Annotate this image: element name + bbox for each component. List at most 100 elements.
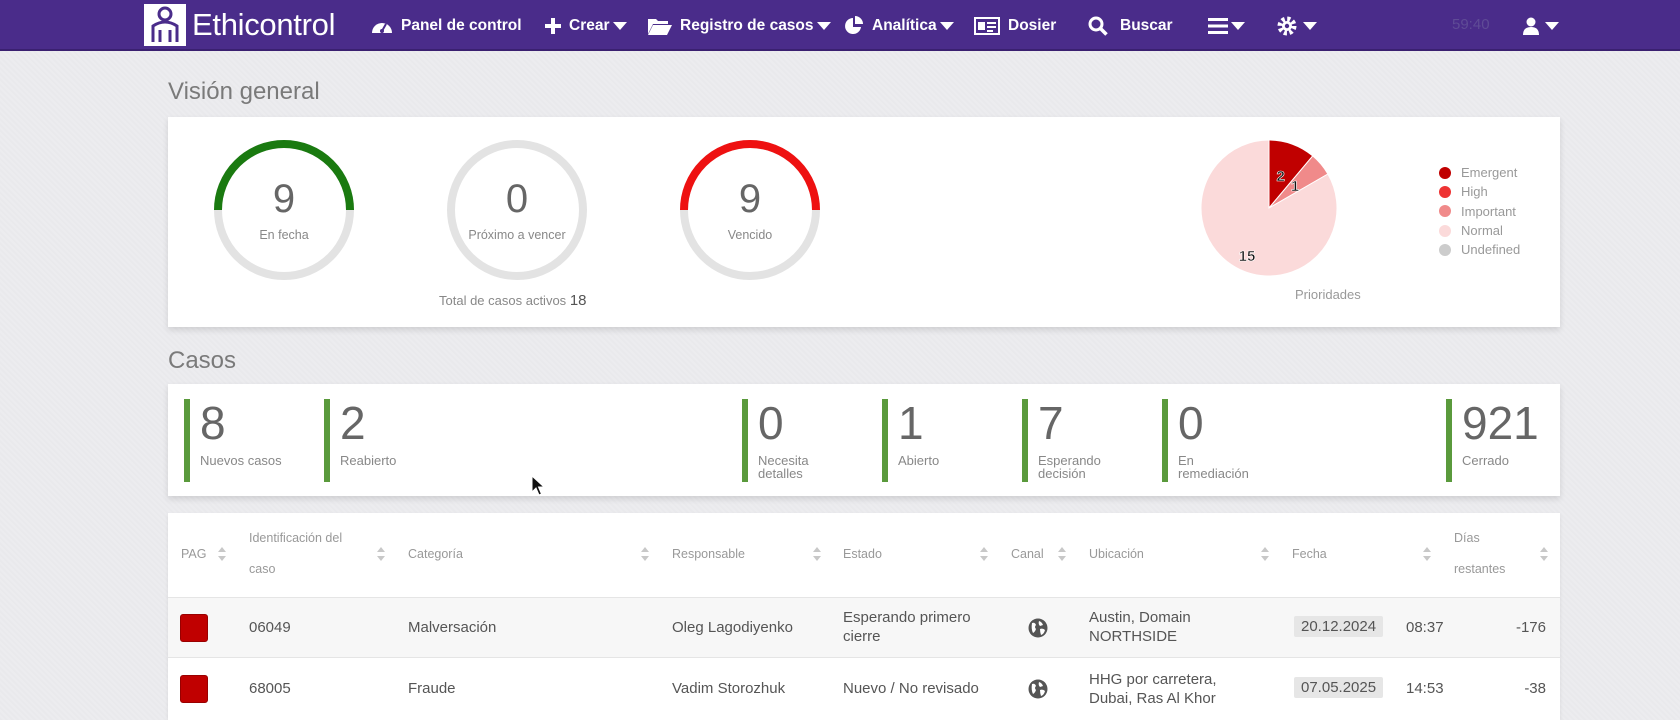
cell-date: 07.05.2025 bbox=[1294, 677, 1384, 698]
pie-chart-icon bbox=[845, 15, 863, 34]
gear-icon bbox=[1277, 16, 1297, 35]
stat-label: Nuevos casos bbox=[200, 453, 282, 468]
sort-icon[interactable] bbox=[377, 547, 385, 561]
stat-awaiting-decision[interactable]: 7 Esperando decisión bbox=[1022, 399, 1108, 482]
nav-dashboard-label: Panel de control bbox=[401, 16, 522, 34]
legend-dot bbox=[1439, 205, 1451, 218]
legend-item-emergent[interactable]: Emergent bbox=[1439, 163, 1520, 182]
sort-icon[interactable] bbox=[1058, 547, 1066, 561]
nav-search-label: Buscar bbox=[1120, 16, 1173, 34]
dashboard-gauge-icon bbox=[372, 22, 392, 33]
nav-dashboard[interactable]: Panel de control bbox=[371, 0, 522, 51]
nav-case-registry[interactable]: Registro de casos bbox=[648, 0, 831, 51]
total-active-label: Total de casos activos bbox=[439, 293, 567, 308]
th-days-remaining[interactable]: Días restantes bbox=[1454, 523, 1524, 585]
top-navbar: Ethicontrol Panel de control Crear Regis… bbox=[0, 0, 1680, 51]
th-owner[interactable]: Responsable bbox=[672, 539, 745, 570]
priorities-pie-chart: 2115 bbox=[1200, 139, 1338, 277]
priorities-label: Prioridades bbox=[1295, 287, 1361, 302]
table-row[interactable]: 06049 Malversación Oleg Lagodiyenko Espe… bbox=[168, 597, 1560, 657]
brand-logo[interactable]: Ethicontrol bbox=[144, 4, 335, 46]
cell-time: 08:37 bbox=[1406, 619, 1444, 636]
stat-open[interactable]: 1 Abierto bbox=[882, 399, 939, 482]
cell-case-id[interactable]: 06049 bbox=[249, 618, 291, 637]
sort-icon[interactable] bbox=[641, 547, 649, 561]
cell-date: 20.12.2024 bbox=[1294, 616, 1384, 637]
pie-data-label: 15 bbox=[1239, 248, 1256, 265]
stat-new-cases[interactable]: 8 Nuevos casos bbox=[184, 399, 282, 482]
stat-value: 0 bbox=[758, 397, 784, 449]
gauge-overdue-value: 9 bbox=[738, 177, 762, 221]
cell-category: Fraude bbox=[408, 680, 456, 697]
stat-value: 7 bbox=[1038, 397, 1064, 449]
nav-search[interactable]: Buscar bbox=[1088, 0, 1173, 51]
legend-item-high[interactable]: High bbox=[1439, 182, 1520, 201]
sort-icon[interactable] bbox=[813, 547, 821, 561]
cell-status: Esperando primero cierre bbox=[843, 609, 971, 645]
gauge-on-time: 9 En fecha bbox=[213, 139, 355, 281]
legend-label: Undefined bbox=[1461, 242, 1521, 258]
nav-dossier[interactable]: Dosier bbox=[974, 0, 1056, 51]
session-timer: 59:40 bbox=[1452, 16, 1490, 33]
priority-flag bbox=[180, 675, 208, 703]
cell-owner: Oleg Lagodiyenko bbox=[672, 619, 793, 636]
caret-down-icon bbox=[939, 21, 954, 30]
cell-status: Nuevo / No revisado bbox=[843, 680, 979, 697]
th-date[interactable]: Fecha bbox=[1292, 539, 1327, 570]
nav-menu[interactable] bbox=[1208, 0, 1245, 51]
id-card-icon bbox=[974, 16, 1000, 35]
cell-case-id[interactable]: 68005 bbox=[249, 679, 291, 698]
stat-reopened[interactable]: 2 Reabierto bbox=[324, 399, 396, 482]
stat-needs-details[interactable]: 0 Necesita detalles bbox=[742, 399, 822, 482]
total-active-value: 18 bbox=[569, 292, 587, 309]
gauge-due-soon-label: Próximo a vencer bbox=[468, 228, 566, 242]
stat-label: En remediación bbox=[1178, 453, 1249, 481]
nav-analytics[interactable]: Analítica bbox=[844, 0, 954, 51]
stat-label: Cerrado bbox=[1462, 453, 1509, 468]
sort-icon[interactable] bbox=[980, 547, 988, 561]
nav-analytics-label: Analítica bbox=[872, 16, 937, 34]
stat-value: 1 bbox=[898, 397, 924, 449]
stat-closed[interactable]: 921 Cerrado bbox=[1446, 399, 1539, 482]
brand-name: Ethicontrol bbox=[192, 7, 336, 42]
cell-days-remaining: -176 bbox=[1515, 619, 1546, 636]
legend-label: Important bbox=[1461, 203, 1516, 219]
caret-down-icon bbox=[1303, 21, 1317, 30]
cell-days-remaining: -38 bbox=[1524, 680, 1546, 697]
web-globe-icon bbox=[1028, 618, 1048, 638]
th-status[interactable]: Estado bbox=[843, 539, 882, 570]
user-icon bbox=[1523, 17, 1539, 35]
th-pag[interactable]: PAG bbox=[181, 539, 206, 570]
table-row[interactable]: 68005 Fraude Vadim Storozhuk Nuevo / No … bbox=[168, 657, 1560, 717]
stat-in-remediation[interactable]: 0 En remediación bbox=[1162, 399, 1258, 482]
ethicontrol-logo-icon bbox=[144, 4, 186, 46]
th-case-id[interactable]: Identificación del caso bbox=[249, 523, 361, 585]
legend-label: Emergent bbox=[1461, 165, 1518, 181]
cell-category: Malversación bbox=[408, 619, 497, 636]
sort-icon[interactable] bbox=[1540, 547, 1548, 561]
plus-icon bbox=[545, 17, 561, 34]
priority-flag bbox=[180, 614, 208, 642]
nav-create[interactable]: Crear bbox=[545, 0, 627, 51]
search-icon bbox=[1088, 16, 1108, 36]
nav-user[interactable] bbox=[1523, 0, 1559, 51]
total-active-cases: Total de casos activos 18 bbox=[439, 292, 587, 309]
th-category[interactable]: Categoría bbox=[408, 539, 463, 570]
legend-item-undefined[interactable]: Undefined bbox=[1439, 240, 1520, 259]
overview-card: 9 En fecha 0 Próximo a vencer 9 Vencido … bbox=[168, 117, 1560, 327]
sort-icon[interactable] bbox=[1261, 547, 1269, 561]
legend-item-important[interactable]: Important bbox=[1439, 202, 1520, 221]
th-location[interactable]: Ubicación bbox=[1089, 539, 1144, 570]
nav-settings[interactable] bbox=[1277, 0, 1317, 51]
sort-icon[interactable] bbox=[1423, 547, 1431, 561]
legend-item-normal[interactable]: Normal bbox=[1439, 221, 1520, 240]
folder-open-icon bbox=[648, 18, 672, 35]
gauge-overdue: 9 Vencido bbox=[679, 139, 821, 281]
overview-title: Visión general bbox=[168, 78, 320, 105]
sort-icon[interactable] bbox=[218, 547, 226, 561]
gauge-overdue-label: Vencido bbox=[727, 228, 773, 242]
stat-value: 0 bbox=[1178, 397, 1204, 449]
legend-dot bbox=[1439, 224, 1451, 237]
stat-label: Abierto bbox=[898, 453, 940, 468]
th-channel[interactable]: Canal bbox=[1011, 539, 1044, 570]
